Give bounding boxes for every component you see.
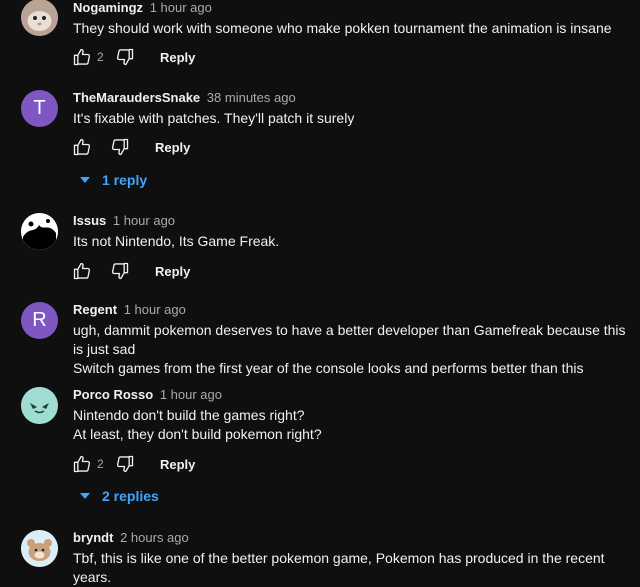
thumbs-up-icon[interactable] [72, 47, 92, 67]
caret-down-icon [80, 493, 90, 499]
replies-label: 2 replies [102, 488, 159, 504]
comment-author[interactable]: Porco Rosso [73, 387, 153, 402]
avatar-letter: R [32, 309, 47, 331]
avatar[interactable] [21, 530, 58, 567]
comment-author[interactable]: TheMaraudersSnake [73, 90, 200, 105]
replies-label: 1 reply [102, 172, 148, 188]
thumbs-down-icon[interactable] [110, 261, 130, 281]
comment-text: They should work with someone who make p… [73, 20, 612, 36]
thumbs-down-icon[interactable] [115, 454, 135, 474]
thumbs-up-icon[interactable] [72, 137, 92, 157]
like-count: 2 [97, 50, 104, 64]
comment-text: Its not Nintendo, Its Game Freak. [73, 233, 280, 249]
reply-button[interactable]: Reply [160, 50, 195, 65]
comment-text: Tbf, this is like one of the better poke… [73, 550, 605, 585]
comment-author[interactable]: Nogamingz [73, 0, 143, 15]
comment-time[interactable]: 1 hour ago [124, 302, 186, 317]
avatar[interactable]: T [21, 90, 58, 127]
avatar[interactable]: R [21, 302, 58, 339]
reply-button[interactable]: Reply [155, 140, 190, 155]
avatar-letter: T [33, 97, 46, 119]
thumbs-down-icon[interactable] [115, 47, 135, 67]
thumbs-up-icon[interactable] [72, 261, 92, 281]
reply-button[interactable]: Reply [155, 264, 190, 279]
comment-author[interactable]: Regent [73, 302, 117, 317]
avatar[interactable] [21, 387, 58, 424]
like-count: 2 [97, 457, 104, 471]
avatar[interactable] [21, 213, 58, 250]
comment-time[interactable]: 1 hour ago [150, 0, 212, 15]
comment-text: At least, they don't build pokemon right… [73, 426, 322, 442]
comment-author[interactable]: Issus [73, 213, 106, 228]
comment-author[interactable]: bryndt [73, 530, 113, 545]
thumbs-up-icon[interactable] [72, 454, 92, 474]
thumbs-down-icon[interactable] [110, 137, 130, 157]
comment-text: It's fixable with patches. They'll patch… [73, 110, 355, 126]
reply-button[interactable]: Reply [160, 457, 195, 472]
view-replies-button[interactable]: 2 replies [80, 488, 159, 504]
comment-time[interactable]: 1 hour ago [113, 213, 175, 228]
comment-time[interactable]: 38 minutes ago [207, 90, 296, 105]
caret-down-icon [80, 177, 90, 183]
comment-text: Switch games from the first year of the … [73, 360, 584, 376]
comment-text: Nintendo don't build the games right? [73, 407, 305, 423]
comment-text: ugh, dammit pokemon deserves to have a b… [73, 322, 626, 357]
comment-time[interactable]: 1 hour ago [160, 387, 222, 402]
view-replies-button[interactable]: 1 reply [80, 172, 147, 188]
comment-time[interactable]: 2 hours ago [120, 530, 189, 545]
avatar[interactable] [21, 0, 58, 36]
